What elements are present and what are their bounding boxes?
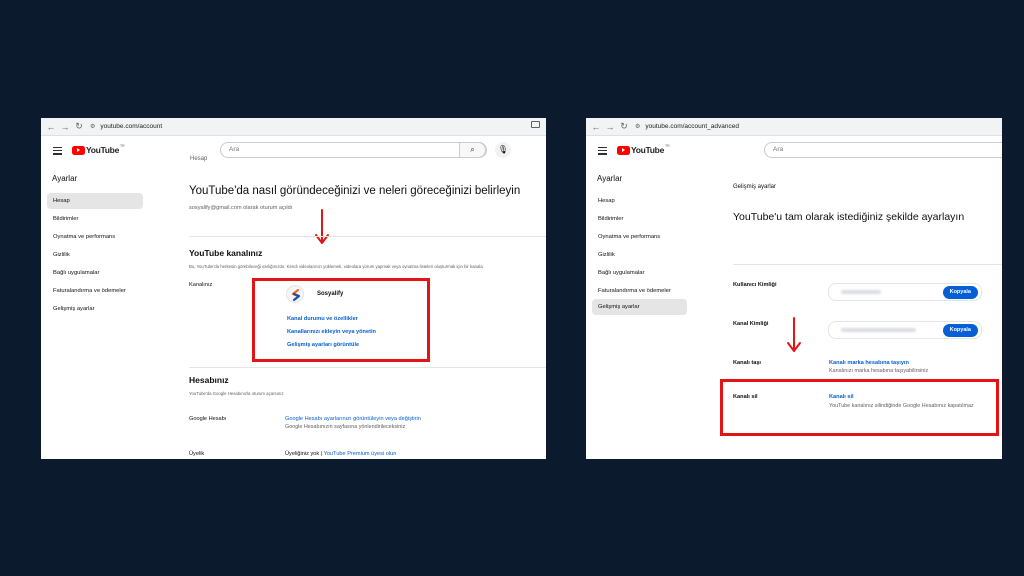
sidebar-item-gelismis-ayarlar[interactable]: Gelişmiş ayarlar [592, 299, 687, 315]
forward-icon[interactable]: → [603, 122, 617, 132]
search-icon[interactable]: ⌕ [459, 142, 486, 158]
google-account-label: Google Hesabı [189, 416, 227, 422]
reload-icon[interactable]: ↻ [617, 121, 631, 132]
menu-icon[interactable] [598, 147, 607, 157]
manage-channels-link[interactable]: Kanallarınızı ekleyin veya yönetin [287, 329, 376, 335]
arrow-down-icon [315, 209, 329, 244]
advanced-settings-screenshot: ← → ↻ ⚙ youtube.com/account_advanced You… [586, 118, 1002, 459]
youtube-header: YouTube TR Ara [586, 140, 1002, 164]
search-input[interactable]: Ara ⌕ [220, 142, 487, 158]
sidebar-item-hesap[interactable]: Hesap [592, 193, 615, 209]
sidebar-item-hesap[interactable]: Hesap [47, 193, 143, 209]
sidebar-item-bildirimler[interactable]: Bildirimler [47, 211, 78, 227]
divider [189, 367, 546, 368]
sidebar-title: Ayarlar [52, 174, 78, 183]
channel-id-label: Kanal Kimliği [733, 321, 769, 327]
user-id-label: Kullanıcı Kimliği [733, 282, 777, 288]
sidebar-item-bagli-uygulamalar[interactable]: Bağlı uygulamalar [592, 265, 644, 281]
cut-off-section-title: Hesap [190, 156, 208, 162]
channel-label: Kanalınız [189, 282, 213, 288]
membership-label: Üyelik [189, 451, 205, 457]
menu-icon[interactable] [53, 147, 62, 157]
forward-icon[interactable]: → [58, 122, 72, 132]
move-channel-label: Kanalı taşı [733, 360, 761, 366]
channel-status-link[interactable]: Kanal durumu ve özellikler [287, 316, 358, 322]
channel-id-field[interactable]: Kopyala [828, 321, 982, 339]
copy-user-id-button[interactable]: Kopyala [942, 286, 978, 299]
back-icon[interactable]: ← [44, 122, 58, 132]
sidebar-item-bildirimler[interactable]: Bildirimler [592, 211, 623, 227]
redacted-value [841, 290, 881, 294]
url-text: youtube.com/account [100, 123, 163, 130]
delete-channel-link[interactable]: Kanalı sil [829, 394, 854, 400]
site-settings-icon[interactable]: ⚙ [90, 123, 95, 130]
divider [189, 236, 546, 237]
reload-icon[interactable]: ↻ [72, 121, 86, 132]
site-settings-icon[interactable]: ⚙ [635, 123, 640, 130]
youtube-play-icon [617, 145, 630, 155]
google-account-link[interactable]: Google Hesabı ayarlarınızı görüntüleyin … [285, 416, 421, 422]
channel-section-title: YouTube kanalınız [189, 248, 263, 258]
sidebar-item-gizlilik[interactable]: Gizlilik [592, 247, 615, 263]
account-section-title: Hesabınız [189, 375, 229, 385]
sidebar-item-oynatma[interactable]: Oynatma ve performans [47, 229, 115, 245]
browser-toolbar: ← → ↻ ⚙ youtube.com/account_advanced [586, 118, 1002, 136]
youtube-logo[interactable]: YouTube TR [617, 144, 670, 155]
sidebar-item-oynatma[interactable]: Oynatma ve performans [592, 229, 660, 245]
arrow-down-icon [787, 317, 801, 352]
move-channel-link[interactable]: Kanalı marka hesabına taşıyın [829, 360, 909, 366]
sidebar-title: Ayarlar [597, 174, 623, 183]
search-input[interactable]: Ara [764, 142, 1002, 158]
back-icon[interactable]: ← [589, 122, 603, 132]
delete-channel-note: YouTube kanalınız silindiğinde Google He… [829, 403, 974, 409]
page-headline: YouTube'da nasıl göründeceğinizi ve nele… [189, 185, 521, 197]
channel-name: Sosyalify [317, 291, 344, 297]
account-section-description: YouTube'da Google Hesabınızla oturum aça… [189, 391, 284, 396]
divider [733, 264, 1002, 265]
user-id-field[interactable]: Kopyala [828, 283, 982, 301]
channel-avatar [286, 285, 304, 303]
channel-section-description: Bu, YouTube'da herkesin görebileceği var… [189, 264, 483, 269]
youtube-header: YouTube TR Ara ⌕ 🎙 [41, 140, 546, 164]
sidebar-item-gizlilik[interactable]: Gizlilik [47, 247, 70, 263]
sidebar-item-faturalandirma[interactable]: Faturalandırma ve ödemeler [592, 283, 671, 299]
advanced-settings-link[interactable]: Gelişmiş ayarları görüntüle [287, 342, 359, 348]
sidebar-item-gelismis-ayarlar[interactable]: Gelişmiş ayarlar [47, 301, 95, 317]
move-channel-note: Kanalınızı marka hesabına taşıyabilirsin… [829, 368, 929, 374]
redacted-value [841, 328, 916, 332]
copy-channel-id-button[interactable]: Kopyala [942, 324, 978, 337]
sidebar-item-faturalandirma[interactable]: Faturalandırma ve ödemeler [47, 283, 126, 299]
page-headline: YouTube'u tam olarak istediğiniz şekilde… [733, 211, 965, 223]
address-bar[interactable]: ⚙ youtube.com/account_advanced [635, 123, 739, 130]
url-text: youtube.com/account_advanced [645, 123, 739, 130]
cast-icon[interactable] [531, 121, 540, 128]
sidebar-item-bagli-uygulamalar[interactable]: Bağlı uygulamalar [47, 265, 99, 281]
youtube-logo[interactable]: YouTube TR [72, 144, 125, 155]
membership-status: Üyeliğiniz yok | YouTube Premium üyesi o… [285, 451, 397, 457]
account-settings-screenshot: ← → ↻ ⚙ youtube.com/account YouTube TR A… [41, 118, 546, 459]
microphone-icon[interactable]: 🎙 [495, 142, 511, 158]
youtube-play-icon [72, 145, 85, 155]
premium-link[interactable]: YouTube Premium üyesi olun [324, 451, 397, 457]
section-title: Gelişmiş ayarlar [733, 184, 777, 190]
signed-in-text: sosyalify@gmail.com olarak oturum açıldı [189, 205, 293, 211]
google-account-note: Google Hesabınızın sayfasına yönlendiril… [285, 424, 406, 430]
browser-toolbar: ← → ↻ ⚙ youtube.com/account [41, 118, 546, 136]
address-bar[interactable]: ⚙ youtube.com/account [90, 123, 162, 130]
delete-channel-label: Kanalı sil [733, 394, 758, 400]
